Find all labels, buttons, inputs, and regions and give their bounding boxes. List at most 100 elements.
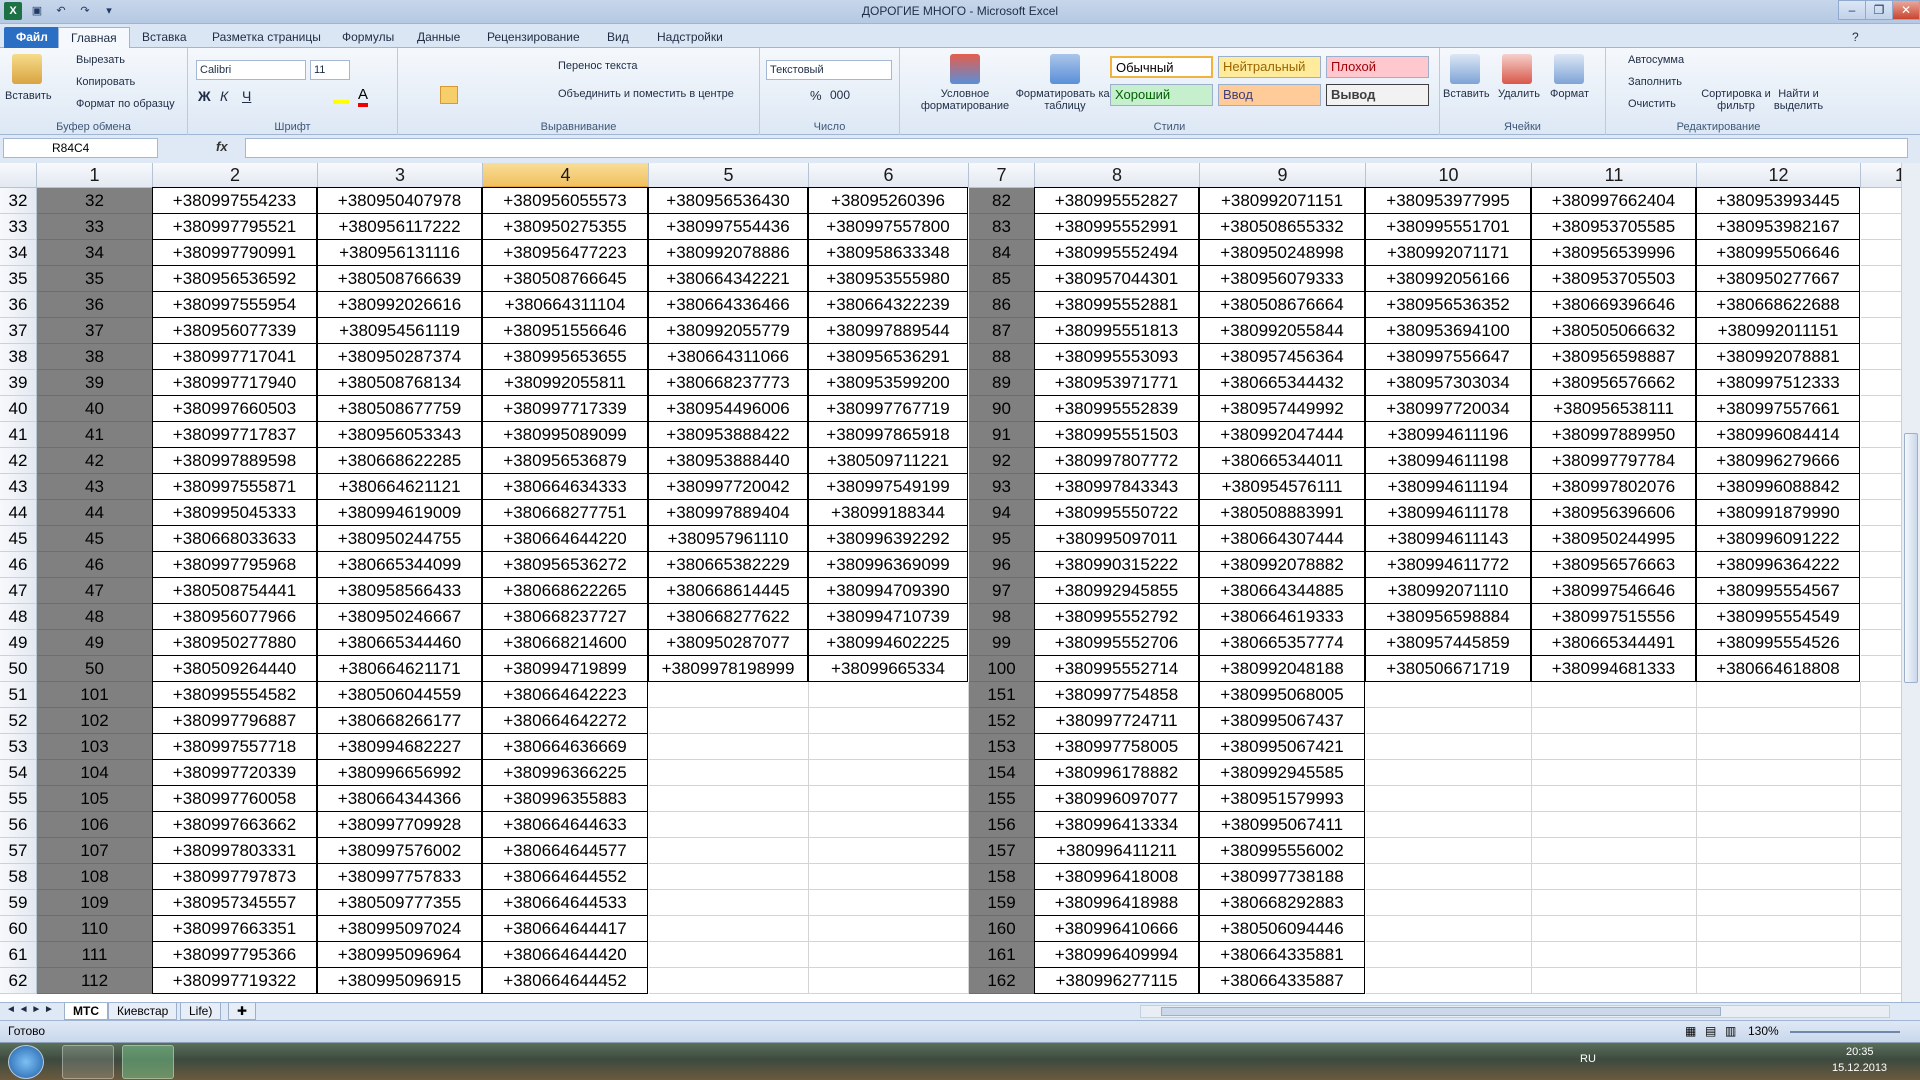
cell[interactable]: +380668622285	[317, 447, 482, 474]
cell[interactable]	[1366, 968, 1532, 994]
wrap-text-button[interactable]: Перенос текста	[558, 60, 638, 72]
tab-data[interactable]: Данные	[405, 27, 472, 48]
cell[interactable]: +380997717339	[482, 395, 648, 422]
row-header[interactable]: 34	[0, 240, 37, 266]
cell[interactable]: +380956055573	[482, 187, 648, 214]
clear-button[interactable]: Очистить	[1628, 98, 1676, 110]
cell[interactable]: +380956576663	[1531, 551, 1696, 578]
cell[interactable]: +380664344366	[317, 785, 482, 812]
cell[interactable]: +380956576662	[1531, 369, 1696, 396]
cell[interactable]: +380995068005	[1199, 681, 1365, 708]
cell[interactable]: +380992055811	[482, 369, 648, 396]
cell[interactable]: +380956079333	[1199, 265, 1365, 292]
row-header[interactable]: 60	[0, 916, 37, 942]
cell[interactable]	[1697, 708, 1861, 734]
cell[interactable]: +380956536879	[482, 447, 648, 474]
find-select-button[interactable]: Найти и выделить	[1766, 88, 1831, 112]
cell[interactable]: +380664311104	[482, 291, 648, 318]
cell[interactable]: 95	[969, 526, 1035, 552]
cell[interactable]: +380992945585	[1199, 759, 1365, 786]
cell[interactable]	[1532, 942, 1697, 968]
cell[interactable]: +380995553093	[1034, 343, 1199, 370]
cell[interactable]	[1697, 682, 1861, 708]
cell[interactable]: +380950275355	[482, 213, 648, 240]
column-header[interactable]: 6	[809, 163, 969, 188]
cell[interactable]	[809, 942, 969, 968]
cell[interactable]: +380957445859	[1365, 629, 1531, 656]
cell[interactable]: +380997556647	[1365, 343, 1531, 370]
cell[interactable]: +380668614445	[648, 577, 808, 604]
cell[interactable]: 89	[969, 370, 1035, 396]
cell[interactable]: +380506094446	[1199, 915, 1365, 942]
cell[interactable]	[1366, 682, 1532, 708]
cell[interactable]: +380957044301	[1034, 265, 1199, 292]
cell[interactable]: 35	[37, 266, 153, 292]
cell[interactable]: 94	[969, 500, 1035, 526]
cell[interactable]: 151	[969, 682, 1035, 708]
cell[interactable]: 84	[969, 240, 1035, 266]
row-header[interactable]: 41	[0, 422, 37, 448]
fill-color-icon[interactable]	[333, 88, 349, 104]
cell[interactable]: +380997555871	[152, 473, 317, 500]
cell[interactable]: +380996178882	[1034, 759, 1199, 786]
cell[interactable]: +380664621171	[317, 655, 482, 682]
cell[interactable]	[809, 968, 969, 994]
cell[interactable]: +380995552792	[1034, 603, 1199, 630]
row-header[interactable]: 37	[0, 318, 37, 344]
cell[interactable]	[1861, 630, 1901, 656]
insert-function-icon[interactable]: fx	[216, 139, 228, 154]
cell[interactable]	[1861, 240, 1901, 266]
cell[interactable]: +380992056166	[1365, 265, 1531, 292]
cell[interactable]	[1861, 448, 1901, 474]
cell[interactable]: +380995089099	[482, 421, 648, 448]
cell[interactable]: +380950248998	[1199, 239, 1365, 266]
cell[interactable]: +380668622265	[482, 577, 648, 604]
cell[interactable]: +380508883991	[1199, 499, 1365, 526]
cell[interactable]: +380953971771	[1034, 369, 1199, 396]
cell[interactable]: 111	[37, 942, 153, 968]
cell[interactable]	[1366, 942, 1532, 968]
cell[interactable]: +380996366225	[482, 759, 648, 786]
cell[interactable]: +380664644452	[482, 967, 648, 994]
cell[interactable]: +380995554582	[152, 681, 317, 708]
cell[interactable]: +380665344460	[317, 629, 482, 656]
cell[interactable]: +380996392292	[808, 525, 968, 552]
cell[interactable]	[1861, 188, 1901, 214]
tab-insert[interactable]: Вставка	[130, 27, 199, 48]
row-header[interactable]: 49	[0, 630, 37, 656]
row-header[interactable]: 46	[0, 552, 37, 578]
cell[interactable]	[1861, 266, 1901, 292]
delete-cells-icon[interactable]	[1502, 54, 1532, 84]
cell[interactable]: +380664335887	[1199, 967, 1365, 994]
cell[interactable]: +380992047444	[1199, 421, 1365, 448]
cell[interactable]: +380997795521	[152, 213, 317, 240]
cell[interactable]	[809, 812, 969, 838]
row-header[interactable]: 45	[0, 526, 37, 552]
cell[interactable]: +380668622688	[1696, 291, 1860, 318]
cell[interactable]	[1532, 838, 1697, 864]
paste-button[interactable]: Вставить	[5, 90, 52, 102]
cell[interactable]: 100	[969, 656, 1035, 682]
view-pagebreak-icon[interactable]: ▥	[1725, 1021, 1736, 1041]
cell[interactable]: +380995552706	[1034, 629, 1199, 656]
cell[interactable]: +380997555954	[152, 291, 317, 318]
cell[interactable]: 153	[969, 734, 1035, 760]
cell[interactable]: +380956536272	[482, 551, 648, 578]
cell[interactable]: 83	[969, 214, 1035, 240]
cell[interactable]: +380996084414	[1696, 421, 1860, 448]
language-indicator[interactable]: RU	[1580, 1053, 1596, 1065]
close-button[interactable]: ✕	[1892, 0, 1920, 20]
cell[interactable]: +380505066632	[1531, 317, 1696, 344]
cell[interactable]	[1532, 916, 1697, 942]
cell[interactable]	[1861, 682, 1901, 708]
cell[interactable]: +380664644533	[482, 889, 648, 916]
font-size-select[interactable]: 11	[310, 60, 350, 80]
cell[interactable]: +380953555980	[808, 265, 968, 292]
row-header[interactable]: 51	[0, 682, 37, 708]
row-header[interactable]: 44	[0, 500, 37, 526]
cell[interactable]: +380992078881	[1696, 343, 1860, 370]
cell[interactable]	[1861, 292, 1901, 318]
hscroll-thumb[interactable]	[1161, 1007, 1721, 1016]
cell[interactable]: +380508677759	[317, 395, 482, 422]
row-header[interactable]: 58	[0, 864, 37, 890]
